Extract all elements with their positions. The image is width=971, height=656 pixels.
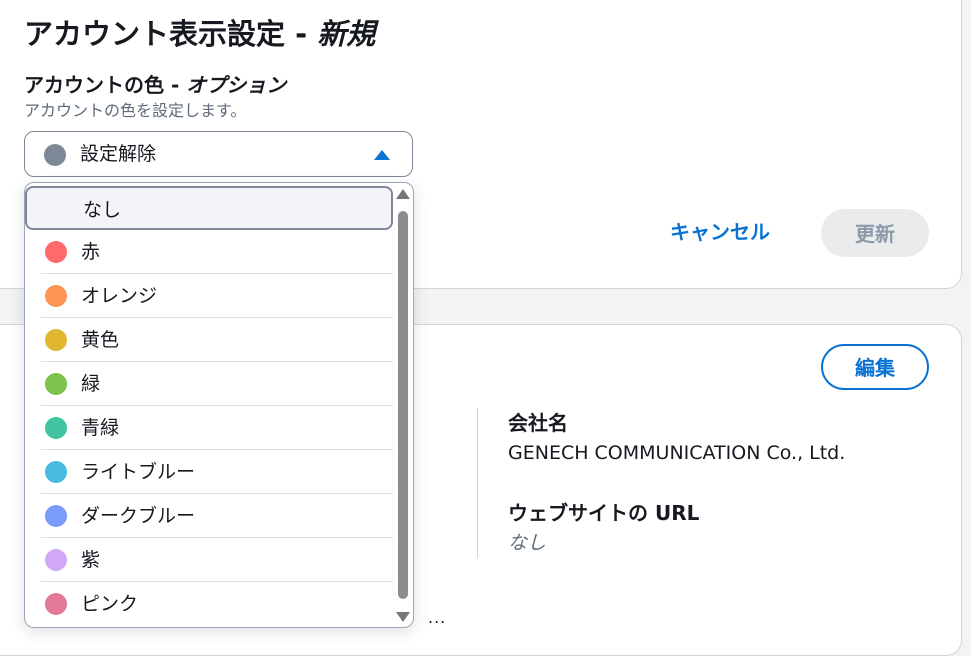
dropdown-scrollbar[interactable] [393, 183, 413, 627]
option-label: なし [83, 199, 122, 221]
page-title-emphasis: 新規 [317, 17, 376, 51]
color-options-dropdown[interactable]: なし赤オレンジ黄色緑青緑ライトブルー ダークブルー紫ピンク [24, 182, 414, 628]
cancel-button[interactable]: キャンセル [670, 216, 770, 248]
company-name-value: GENECH COMMUNICATION Co., Ltd. [508, 442, 846, 464]
optional-tag: オプション [186, 73, 287, 97]
color-swatch-dot [45, 549, 67, 571]
color-option[interactable]: 青緑 [25, 406, 393, 450]
page-title-text: アカウント表示設定 - [24, 17, 318, 51]
color-swatch-dot [45, 593, 67, 615]
truncated-text: ... [428, 608, 447, 627]
scroll-thumb[interactable] [398, 211, 408, 599]
select-value: 設定解除 [80, 143, 157, 165]
company-name-label: 会社名 [508, 411, 568, 435]
color-swatch-dot [45, 461, 67, 483]
option-label: オレンジ [81, 285, 158, 307]
color-swatch-dot [45, 417, 67, 439]
color-swatch-dot [45, 329, 67, 351]
option-label: 緑 [81, 373, 101, 395]
account-color-label-text: アカウントの色 - [24, 73, 187, 97]
account-color-description: アカウントの色を設定します。 [24, 101, 247, 120]
column-divider [477, 408, 478, 558]
option-label: ピンク [81, 593, 139, 615]
color-option[interactable]: なし [25, 186, 393, 230]
color-option[interactable]: ピンク [25, 582, 393, 626]
color-swatch-dot [45, 505, 67, 527]
scroll-down-arrow-icon[interactable] [396, 612, 410, 622]
scroll-up-arrow-icon[interactable] [396, 189, 410, 199]
color-option[interactable]: オレンジ [25, 274, 393, 318]
account-color-select[interactable]: 設定解除 [24, 131, 413, 177]
caret-up-icon [374, 150, 390, 160]
color-option[interactable]: 紫 [25, 538, 393, 582]
color-option[interactable]: 緑 [25, 362, 393, 406]
account-color-label: アカウントの色 - オプション [24, 71, 286, 99]
option-label: ダークブルー [81, 505, 196, 527]
update-button[interactable]: 更新 [821, 209, 929, 257]
color-option[interactable]: ライトブルー [25, 450, 393, 494]
color-option[interactable]: ダークブルー [25, 494, 393, 538]
color-swatch-dot [45, 285, 67, 307]
selected-color-dot [44, 144, 66, 166]
color-option[interactable]: 黄色 [25, 318, 393, 362]
edit-button[interactable]: 編集 [821, 344, 929, 390]
color-option[interactable]: 赤 [25, 230, 393, 274]
option-label: 黄色 [81, 329, 120, 351]
option-label: 紫 [81, 549, 101, 571]
website-url-label: ウェブサイトの URL [508, 501, 700, 525]
color-swatch-dot [45, 241, 67, 263]
website-url-value: なし [508, 532, 547, 554]
option-label: ライトブルー [81, 461, 196, 483]
option-label: 青緑 [81, 417, 120, 439]
option-label: 赤 [81, 241, 101, 263]
color-swatch-dot [45, 373, 67, 395]
page-title: アカウント表示設定 - 新規 [24, 14, 375, 54]
